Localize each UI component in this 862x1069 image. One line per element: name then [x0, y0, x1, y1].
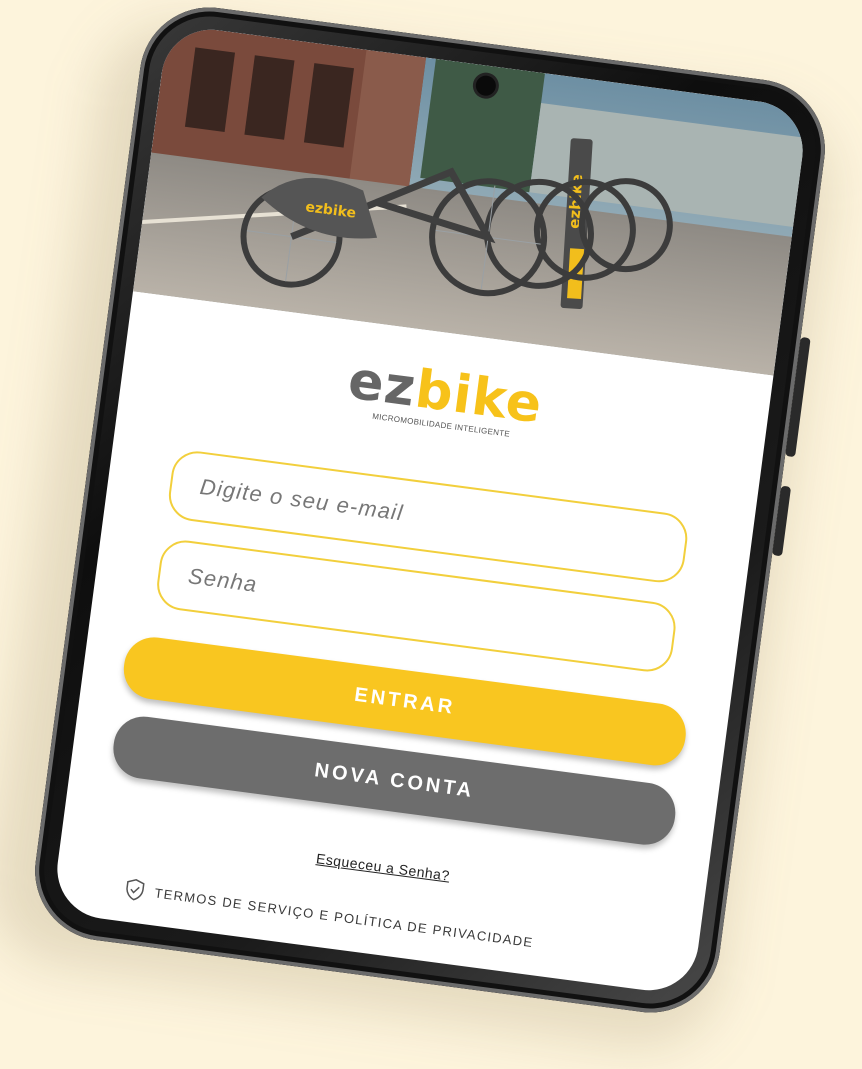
phone-device: ezbike ezbike ezbike MICROMOBILIDADE INT… [26, 0, 834, 1022]
terms-link[interactable]: TERMOS DE SERVIÇO E POLÍTICA DE PRIVACID… [124, 878, 535, 954]
phone-side-button [785, 336, 811, 458]
password-input[interactable] [184, 561, 674, 654]
hero-photo: ezbike ezbike [132, 23, 809, 376]
mockup-stage: ezbike ezbike ezbike MICROMOBILIDADE INT… [0, 0, 862, 1069]
phone-side-button [772, 485, 792, 557]
app-screen: ezbike ezbike ezbike MICROMOBILIDADE INT… [51, 23, 809, 997]
terms-label: TERMOS DE SERVIÇO E POLÍTICA DE PRIVACID… [153, 884, 535, 950]
bike-station-illustration: ezbike ezbike [132, 23, 809, 376]
shield-check-icon [124, 878, 147, 902]
logo-prefix: ez [344, 350, 420, 419]
